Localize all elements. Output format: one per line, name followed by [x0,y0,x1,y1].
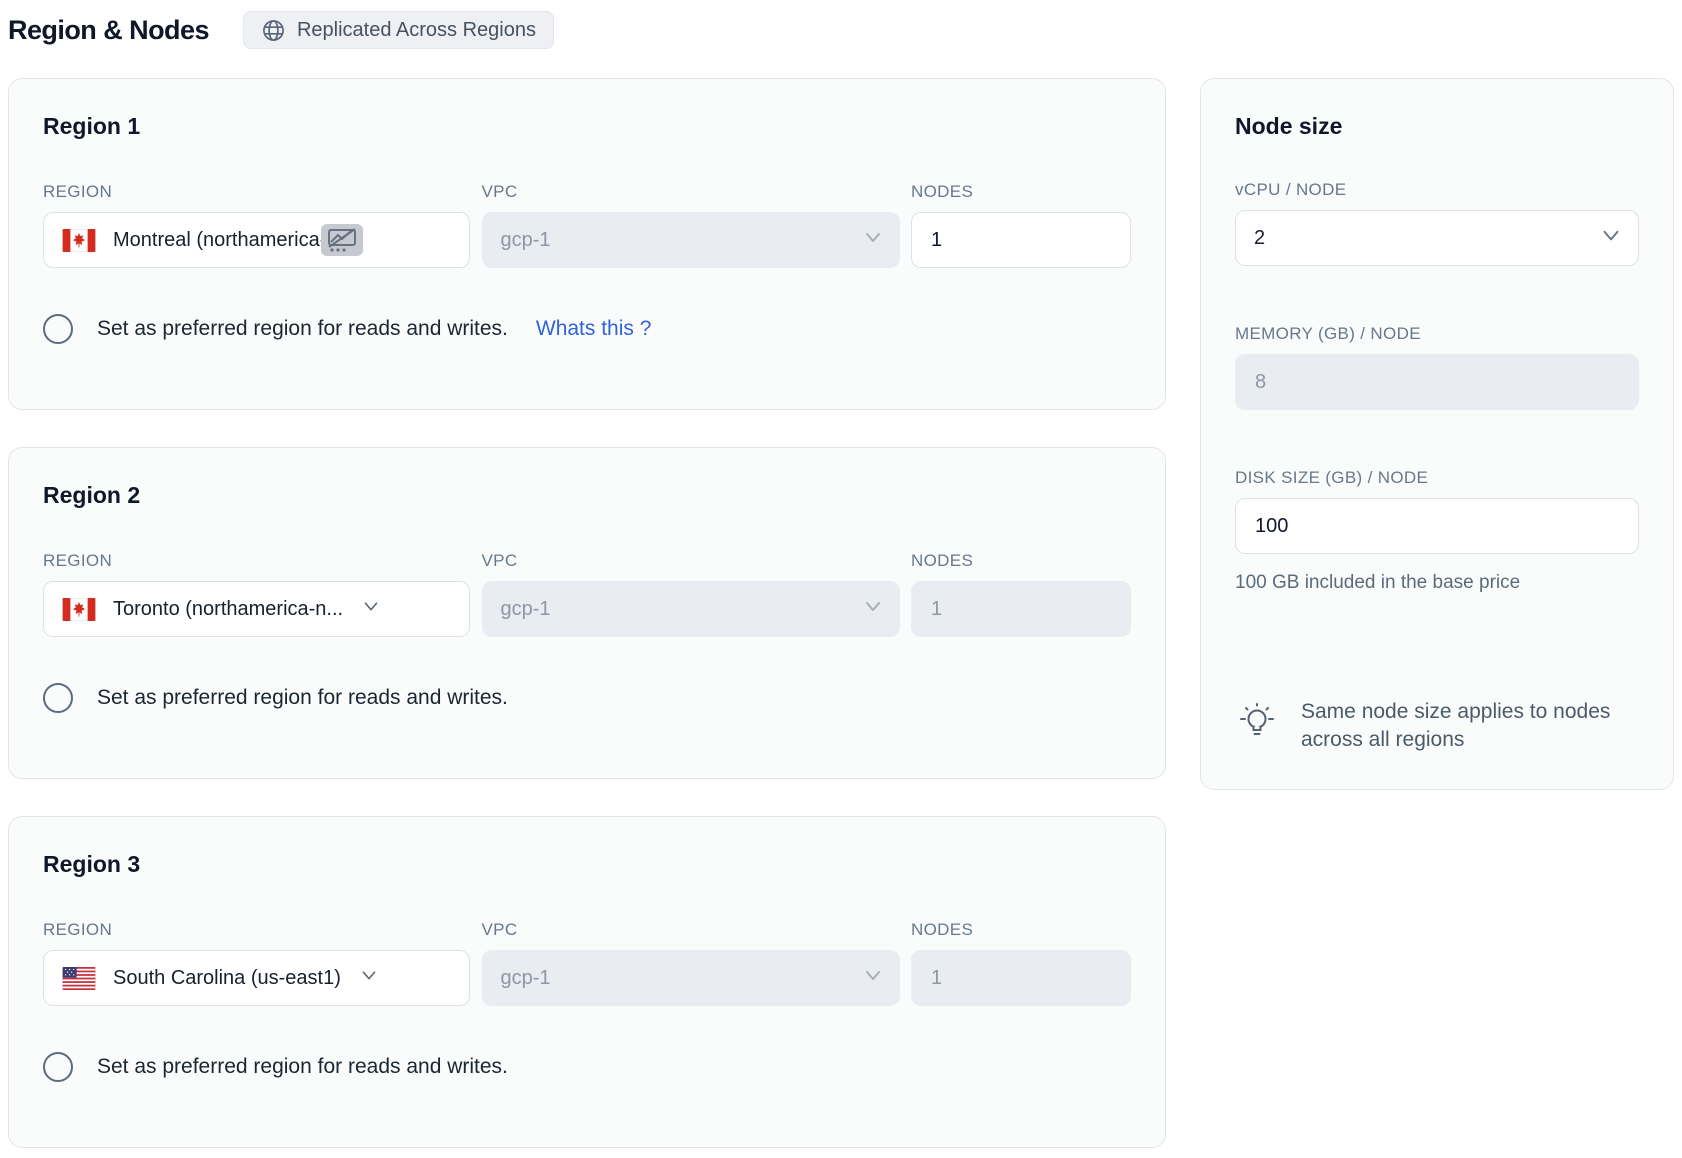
region-3-region-value: South Carolina (us-east1) [113,967,341,990]
node-size-title: Node size [1235,113,1639,140]
region-label: REGION [43,551,470,571]
region-3-preferred-label: Set as preferred region for reads and wr… [97,1055,508,1079]
nodes-label: NODES [911,551,1131,571]
disk-size-helper: 100 GB included in the base price [1235,572,1639,594]
canada-flag-icon [62,229,96,252]
node-size-panel: Node size vCPU / NODE 2 MEMORY (GB) / NO… [1200,78,1674,790]
chevron-down-icon [861,963,885,993]
replication-badge: Replicated Across Regions [243,11,554,49]
memory-label: MEMORY (GB) / NODE [1235,324,1639,344]
region-1-title: Region 1 [43,113,1131,140]
region-1-vpc-value: gcp-1 [501,229,551,252]
region-2-preferred-radio[interactable] [43,683,73,713]
chevron-down-icon [1598,222,1624,254]
vcpu-select[interactable]: 2 [1235,210,1639,266]
region-2-region-value: Toronto (northamerica-n... [113,598,343,621]
chevron-down-icon [360,595,382,623]
region-3-nodes-input [911,950,1131,1006]
nodes-label: NODES [911,182,1131,202]
region-1-vpc-select: gcp-1 [482,212,900,268]
globe-icon [261,18,286,43]
region-3-title: Region 3 [43,851,1131,878]
region-2-vpc-value: gcp-1 [501,598,551,621]
region-label: REGION [43,182,470,202]
vpc-label: VPC [482,920,900,940]
disk-size-label: DISK SIZE (GB) / NODE [1235,468,1639,488]
us-flag-icon [62,967,96,990]
canada-flag-icon [62,598,96,621]
region-3-vpc-value: gcp-1 [501,967,551,990]
region-1-region-value: Montreal (northamerica-n [113,229,338,252]
vcpu-value: 2 [1254,227,1265,250]
memory-input [1235,354,1639,410]
lightbulb-icon [1235,698,1279,750]
page-header: Region & Nodes Replicated Across Regions [8,8,1674,52]
replication-badge-label: Replicated Across Regions [297,19,536,42]
chevron-down-icon [861,594,885,624]
disk-size-input[interactable] [1235,498,1639,554]
region-nodes-page: Region & Nodes Replicated Across Regions… [0,0,1682,1156]
node-size-note: Same node size applies to nodes across a… [1301,698,1631,754]
region-3-card: Region 3 REGION [8,816,1166,1148]
nodes-label: NODES [911,920,1131,940]
region-1-nodes-input[interactable] [911,212,1131,268]
region-2-region-select[interactable]: Toronto (northamerica-n... [43,581,470,637]
region-2-preferred-label: Set as preferred region for reads and wr… [97,686,508,710]
region-3-preferred-radio[interactable] [43,1052,73,1082]
page-title: Region & Nodes [8,15,209,46]
whats-this-link[interactable]: Whats this ? [536,317,652,341]
chevron-down-icon [358,964,380,992]
region-1-card: Region 1 REGION [8,78,1166,410]
region-3-region-select[interactable]: South Carolina (us-east1) [43,950,470,1006]
vcpu-label: vCPU / NODE [1235,180,1639,200]
region-2-nodes-input [911,581,1131,637]
region-3-vpc-select: gcp-1 [482,950,900,1006]
region-1-preferred-radio[interactable] [43,314,73,344]
region-1-preferred-label: Set as preferred region for reads and wr… [97,317,508,341]
region-label: REGION [43,920,470,940]
vpc-label: VPC [482,182,900,202]
broken-image-icon [321,224,363,256]
region-2-card: Region 2 REGION [8,447,1166,779]
region-2-title: Region 2 [43,482,1131,509]
region-1-region-select[interactable]: Montreal (northamerica-n [43,212,470,268]
vpc-label: VPC [482,551,900,571]
region-2-vpc-select: gcp-1 [482,581,900,637]
chevron-down-icon [861,225,885,255]
